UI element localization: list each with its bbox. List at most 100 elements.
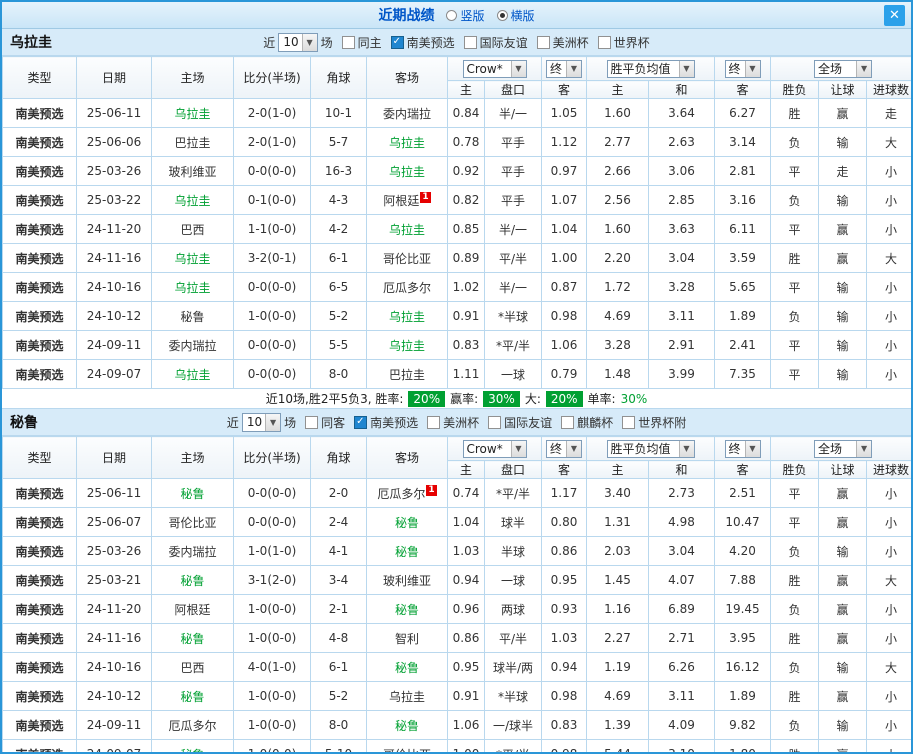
asia-handicap: *平/半 <box>484 330 542 360</box>
euro-home-odds: 1.60 <box>586 98 649 128</box>
asia-home-odds: 0.86 <box>447 623 485 653</box>
away-team-name: 阿根廷 <box>383 193 420 208</box>
filter-option[interactable]: 美洲杯 <box>536 34 589 51</box>
fullmatch-select[interactable]: 全场 ▼ <box>814 439 873 458</box>
home-team-cell: 秘鲁 <box>151 478 234 508</box>
handicap-result-cell: 输 <box>818 330 867 360</box>
asia-rate-label: 赢率: <box>450 392 479 406</box>
euro-draw-odds: 3.64 <box>648 98 715 128</box>
asia-handicap: 半/一 <box>484 272 542 302</box>
europe-final-select[interactable]: 终 ▼ <box>724 439 761 458</box>
filter-option[interactable]: 美洲杯 <box>427 414 479 431</box>
filter-option[interactable]: 麒麟杯 <box>561 414 613 431</box>
away-team-cell: 巴拉圭 <box>366 359 448 389</box>
asia-home-odds: 1.00 <box>447 739 485 752</box>
filter-option-label: 世界杯 <box>613 35 650 50</box>
europe-final-select[interactable]: 终 ▼ <box>724 59 761 78</box>
goals-result-cell: 小 <box>865 739 911 752</box>
checkbox-icon[interactable] <box>597 35 611 49</box>
match-type-cell: 南美预选 <box>2 272 77 302</box>
euro-home-odds: 2.20 <box>586 243 649 273</box>
asia-final-select[interactable]: 终 ▼ <box>546 439 582 458</box>
filter-option[interactable]: 国际友谊 <box>463 34 528 51</box>
score-cell: 1-0(0-0) <box>233 594 311 624</box>
checkbox-checked-icon[interactable] <box>390 35 404 49</box>
home-team-name: 玻利维亚 <box>168 164 217 179</box>
away-team-name: 哥伦比亚 <box>383 748 431 753</box>
handicap-result-cell: 输 <box>818 652 867 682</box>
filter-option-label: 同客 <box>321 415 346 430</box>
match-date: 24-09-07 <box>76 359 152 389</box>
chevron-down-icon: ▼ <box>678 60 694 77</box>
goals-result-cell: 小 <box>865 330 911 360</box>
asia-away-odds: 0.86 <box>541 536 587 566</box>
col-home: 主场 <box>151 56 234 99</box>
filter-prefix-label: 近 <box>226 415 239 430</box>
europe-final-header-cell: 终 ▼ <box>714 436 771 461</box>
chevron-down-icon: ▼ <box>566 440 581 457</box>
europe-avg-select[interactable]: 胜平负均值 ▼ <box>606 59 695 78</box>
bookmaker-select[interactable]: Crow* ▼ <box>462 59 527 78</box>
filter-option-label: 国际友谊 <box>479 35 528 50</box>
checkbox-icon[interactable] <box>463 35 477 49</box>
checkbox-icon[interactable] <box>427 415 441 429</box>
handicap-result-cell: 走 <box>818 156 867 186</box>
filter-option[interactable]: 南美预选 <box>390 34 455 51</box>
asia-final-select[interactable]: 终 ▼ <box>546 59 582 78</box>
bookmaker-select[interactable]: Crow* ▼ <box>462 439 527 458</box>
euro-away-odds: 2.41 <box>714 330 771 360</box>
filter-prefix-label: 近 <box>263 35 276 50</box>
filter-option[interactable]: 国际友谊 <box>488 414 552 431</box>
checkbox-checked-icon[interactable] <box>354 415 368 429</box>
radio-horizontal-icon[interactable] <box>496 9 508 21</box>
radio-vertical-label[interactable]: 竖版 <box>460 7 484 24</box>
filter-option[interactable]: 南美预选 <box>354 414 418 431</box>
away-team-name: 乌拉圭 <box>388 164 425 179</box>
euro-home-odds: 4.69 <box>586 681 649 711</box>
match-type-cell: 南美预选 <box>2 185 77 215</box>
corner-cell: 4-8 <box>310 623 367 653</box>
euro-draw-odds: 4.07 <box>648 565 715 595</box>
checkbox-icon[interactable] <box>305 415 319 429</box>
away-team-cell: 乌拉圭 <box>366 214 448 244</box>
checkbox-icon[interactable] <box>536 35 550 49</box>
europe-final-select-value: 终 <box>728 62 741 76</box>
checkbox-icon[interactable] <box>341 35 355 49</box>
away-team-cell: 厄瓜多尔 <box>366 272 448 302</box>
asia-home-odds: 0.78 <box>447 127 485 157</box>
asia-home-odds: 1.11 <box>447 359 485 389</box>
home-team-name: 厄瓜多尔 <box>168 718 217 733</box>
checkbox-icon[interactable] <box>488 415 502 429</box>
europe-final-select-value: 终 <box>728 442 741 456</box>
match-type-cell: 南美预选 <box>2 98 77 128</box>
filter-option[interactable]: 世界杯附 <box>622 414 686 431</box>
goals-result-cell: 小 <box>865 536 911 566</box>
matches-table: 类型 日期 主场 比分(半场) 角球 客场 Crow* ▼ 终 ▼ 胜平负均值 ▼ <box>2 436 911 753</box>
radio-horizontal-label[interactable]: 横版 <box>511 7 535 24</box>
asia-away-odds: 1.12 <box>541 127 587 157</box>
goals-result-cell: 大 <box>865 565 911 595</box>
radio-vertical-icon[interactable] <box>446 9 458 21</box>
euro-draw-odds: 3.63 <box>648 214 715 244</box>
checkbox-icon[interactable] <box>622 415 636 429</box>
recent-count-select[interactable]: 10 ▼ <box>241 412 282 432</box>
away-team-name: 乌拉圭 <box>388 309 425 324</box>
corner-cell: 5-2 <box>310 301 367 331</box>
euro-draw-odds: 2.63 <box>648 127 715 157</box>
filter-option[interactable]: 同客 <box>305 414 345 431</box>
match-type-cell: 南美预选 <box>2 243 77 273</box>
corner-cell: 16-3 <box>310 156 367 186</box>
asia-home-odds: 0.84 <box>447 98 485 128</box>
filter-option[interactable]: 同主 <box>341 34 382 51</box>
filter-option[interactable]: 世界杯 <box>597 34 650 51</box>
euro-draw-odds: 3.11 <box>648 301 715 331</box>
subcol-result: 胜负 <box>770 80 819 99</box>
europe-avg-select[interactable]: 胜平负均值 ▼ <box>606 439 695 458</box>
euro-away-odds: 9.82 <box>714 710 771 740</box>
recent-count-select[interactable]: 10 ▼ <box>278 32 318 52</box>
close-button[interactable]: ✕ <box>884 5 905 26</box>
goals-result-cell: 大 <box>865 127 911 157</box>
checkbox-icon[interactable] <box>561 415 575 429</box>
away-team-name: 秘鲁 <box>394 718 419 733</box>
fullmatch-select[interactable]: 全场 ▼ <box>814 59 873 78</box>
